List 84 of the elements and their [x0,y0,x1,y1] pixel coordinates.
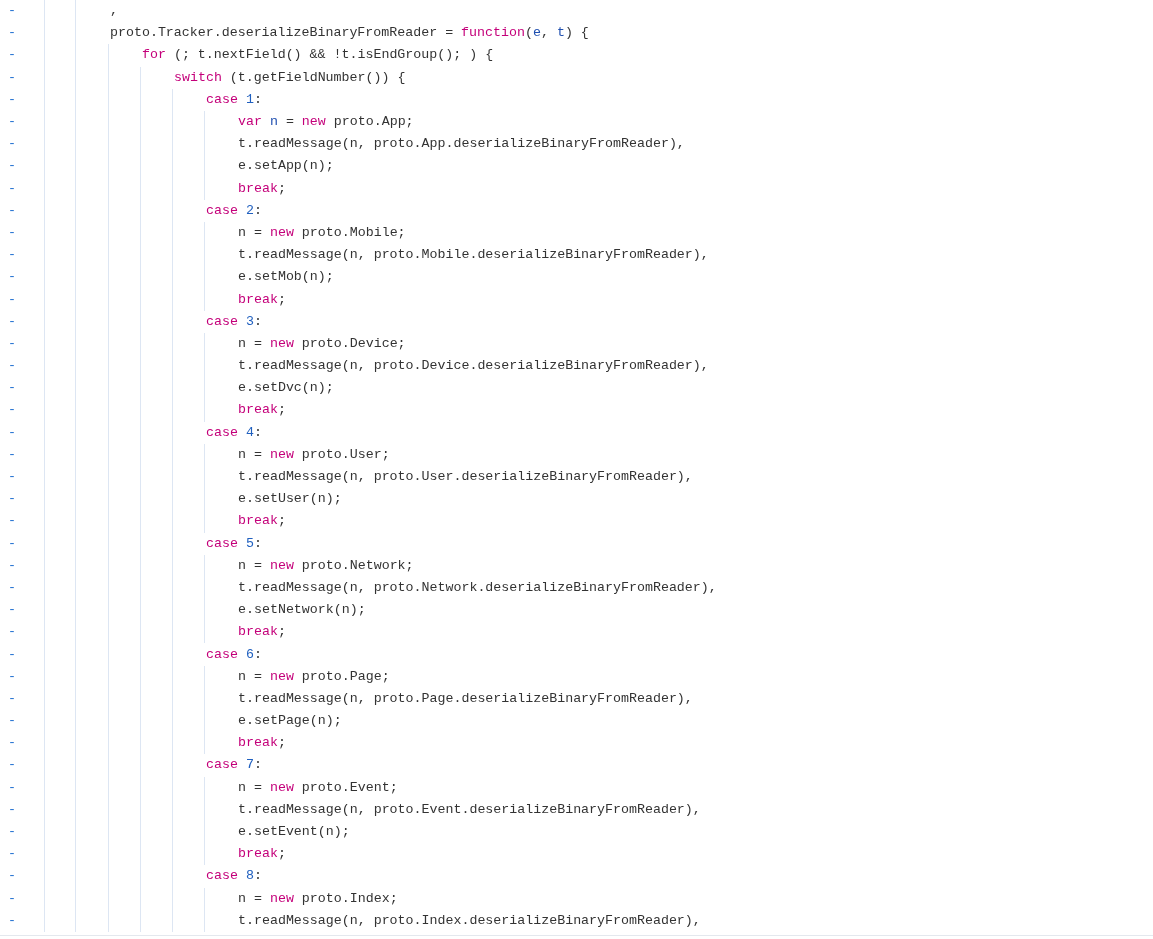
removed-line-marker: - [8,3,16,20]
code-line: break; [238,846,286,863]
code-line: t.readMessage(n, proto.Device.deserializeBinaryFromReader), [238,358,709,375]
code-line: var n = new proto.App; [238,114,414,131]
code-line: e.setApp(n); [238,158,334,175]
code-line: proto.Tracker.deserializeBinaryFromReader = function(e, t) { [110,25,589,42]
removed-line-marker: - [8,380,16,397]
code-line: t.readMessage(n, proto.Mobile.deserializeBinaryFromReader), [238,247,709,264]
removed-line-marker: - [8,491,16,508]
removed-line-marker: - [8,735,16,752]
removed-line-marker: - [8,846,16,863]
code-line: n = new proto.User; [238,446,390,463]
removed-line-marker: - [8,535,16,552]
removed-line-marker: - [8,713,16,730]
removed-line-marker: - [8,291,16,308]
code-line: n = new proto.Mobile; [238,224,406,241]
removed-line-marker: - [8,136,16,153]
code-line: n = new proto.Page; [238,668,390,685]
code-line: break; [238,180,286,197]
code-line: case 7: [206,757,262,774]
removed-line-marker: - [8,25,16,42]
code-line: case 4: [206,424,262,441]
removed-line-marker: - [8,602,16,619]
code-line: t.readMessage(n, proto.Event.deserializeBinaryFromReader), [238,801,701,818]
removed-line-marker: - [8,624,16,641]
removed-line-marker: - [8,313,16,330]
code-line: t.readMessage(n, proto.App.deserializeBinaryFromReader), [238,136,685,153]
removed-line-marker: - [8,114,16,131]
code-line: switch (t.getFieldNumber()) { [174,69,406,86]
removed-line-marker: - [8,668,16,685]
removed-line-marker: - [8,446,16,463]
code-line: break; [238,291,286,308]
code-line: t.readMessage(n, proto.Page.deserializeBinaryFromReader), [238,690,693,707]
removed-line-marker: - [8,824,16,841]
removed-line-marker: - [8,513,16,530]
code-line: t.readMessage(n, proto.Index.deserializeBinaryFromReader), [238,912,701,929]
removed-line-marker: - [8,579,16,596]
code-line: n = new proto.Index; [238,890,398,907]
code-line: e.setEvent(n); [238,824,350,841]
removed-line-marker: - [8,158,16,175]
code-line: e.setMob(n); [238,269,334,286]
code-line: break; [238,513,286,530]
code-line: n = new proto.Event; [238,779,398,796]
code-line: , [110,3,118,20]
removed-line-marker: - [8,646,16,663]
code-line: t.readMessage(n, proto.Network.deserializeBinaryFromReader), [238,579,717,596]
removed-line-marker: - [8,91,16,108]
code-line: break; [238,624,286,641]
code-line: for (; t.nextField() && !t.isEndGroup(); ) { [142,47,494,64]
removed-line-marker: - [8,69,16,86]
removed-line-marker: - [8,890,16,907]
code-line: e.setDvc(n); [238,380,334,397]
removed-line-marker: - [8,557,16,574]
code-line: n = new proto.Device; [238,335,406,352]
code-line: e.setPage(n); [238,713,342,730]
removed-line-marker: - [8,47,16,64]
code-line: break; [238,402,286,419]
code-line: t.readMessage(n, proto.User.deserializeBinaryFromReader), [238,469,693,486]
removed-line-marker: - [8,180,16,197]
removed-line-marker: - [8,247,16,264]
removed-line-marker: - [8,779,16,796]
code-line: n = new proto.Network; [238,557,414,574]
removed-line-marker: - [8,269,16,286]
removed-line-marker: - [8,868,16,885]
code-line: case 5: [206,535,262,552]
removed-line-marker: - [8,690,16,707]
removed-line-marker: - [8,801,16,818]
removed-line-marker: - [8,424,16,441]
removed-line-marker: - [8,335,16,352]
code-line: case 6: [206,646,262,663]
code-line: e.setUser(n); [238,491,342,508]
removed-line-marker: - [8,402,16,419]
code-line: case 1: [206,91,262,108]
removed-line-marker: - [8,757,16,774]
code-line: case 2: [206,202,262,219]
code-line: break; [238,735,286,752]
removed-line-marker: - [8,202,16,219]
removed-line-marker: - [8,912,16,929]
code-line: case 3: [206,313,262,330]
removed-line-marker: - [8,358,16,375]
removed-line-marker: - [8,469,16,486]
code-line: e.setNetwork(n); [238,602,366,619]
removed-line-marker: - [8,224,16,241]
code-line: case 8: [206,868,262,885]
